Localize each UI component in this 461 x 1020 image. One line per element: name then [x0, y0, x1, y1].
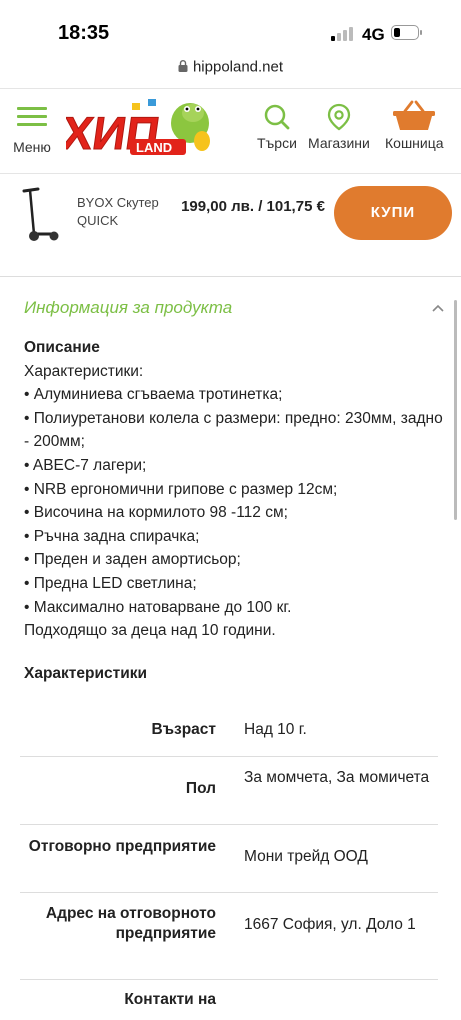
description-line: • Полиуретанови колела с размери: предно… [24, 409, 443, 451]
description-line: • Предна LED светлина; [24, 574, 197, 592]
search-label: Търси [257, 135, 297, 151]
buy-button[interactable]: КУПИ [334, 186, 452, 240]
product-thumbnail[interactable] [18, 184, 62, 244]
scrollbar[interactable] [454, 300, 457, 520]
product-name[interactable]: BYOX Скутер QUICK [77, 194, 177, 230]
cart-button[interactable]: Кошница [385, 100, 444, 151]
characteristics-heading: Характеристики [24, 665, 148, 682]
signal-icon [331, 27, 355, 41]
site-header: Меню ХИП LAND Търси Магазини Кошница [0, 88, 461, 174]
description-line: • NRB ергономични грипове с размер 12см; [24, 480, 338, 498]
url-text: hippoland.net [192, 58, 284, 76]
description-line: • Преден и заден амортисьор; [24, 551, 241, 569]
chevron-up-icon[interactable] [432, 304, 444, 312]
row-value: 1667 София, ул. Доло 1 [244, 916, 416, 933]
table-row: Отговорно предприятие Мони трейд ООД [20, 825, 438, 893]
menu-button[interactable]: Меню [10, 103, 54, 155]
hamburger-icon [17, 107, 47, 127]
address-bar[interactable]: hippoland.net [0, 58, 461, 88]
product-price: 199,00 лв. / 101,75 € [181, 198, 325, 215]
description-line: • Височина на кормилото 98 -112 см; [24, 504, 288, 522]
description-line: • Ръчна задна спирачка; [24, 527, 200, 545]
description-line: • Алуминиева сгъваема тротинетка; [24, 386, 283, 404]
row-value: Мони трейд ООД [244, 848, 368, 865]
search-icon [264, 104, 290, 130]
description-heading: Описание [24, 339, 100, 356]
description-line: • ABEC-7 лагери; [24, 456, 147, 474]
table-row: Контакти на [20, 980, 438, 1020]
stores-label: Магазини [308, 135, 370, 151]
sticky-product-bar: BYOX Скутер QUICK 199,00 лв. / 101,75 € … [0, 172, 461, 261]
product-info-toggle[interactable]: Информация за продукта [24, 298, 232, 318]
row-key: Контакти на [124, 991, 216, 1008]
location-pin-icon [327, 103, 351, 131]
status-bar: 18:35 4G [0, 0, 461, 56]
basket-icon [393, 100, 436, 130]
svg-text:LAND: LAND [136, 140, 172, 155]
product-description: Описание Характеристики: • Алуминиева сг… [24, 336, 444, 643]
row-key: Адрес на отговорното предприятие [45, 905, 216, 942]
cart-label: Кошница [385, 135, 444, 151]
hippoland-logo[interactable]: ХИП LAND [66, 93, 216, 163]
menu-label: Меню [13, 139, 51, 155]
table-row: Адрес на отговорното предприятие 1667 Со… [20, 893, 438, 980]
table-row: Пол За момчета, За момичета [20, 757, 438, 825]
row-key: Възраст [151, 721, 217, 738]
description-line: Характеристики: [24, 362, 144, 380]
divider [0, 260, 461, 277]
product-info-section: Информация за продукта Описание Характер… [0, 280, 461, 1008]
battery-icon [391, 25, 422, 40]
row-value: Над 10 г. [244, 721, 307, 738]
description-line: Подходящо за деца над 10 години. [24, 622, 276, 640]
row-key: Отговорно предприятие [28, 838, 216, 855]
lock-icon [178, 59, 188, 72]
stores-button[interactable]: Магазини [308, 103, 370, 151]
row-key: Пол [185, 780, 216, 797]
search-button[interactable]: Търси [257, 103, 297, 151]
description-line: • Максимално натоварване до 100 кг. [24, 598, 292, 616]
status-time: 18:35 [58, 22, 110, 44]
network-type: 4G [362, 25, 385, 44]
row-value: За момчета, За момичета [244, 769, 430, 786]
table-row: Възраст Над 10 г. [20, 700, 438, 757]
characteristics-table: Възраст Над 10 г. Пол За момчета, За мом… [20, 700, 438, 1020]
